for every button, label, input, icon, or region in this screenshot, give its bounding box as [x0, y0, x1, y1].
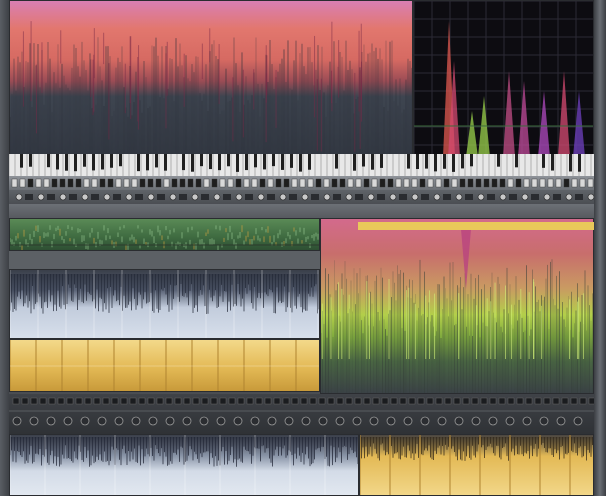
timeline-divider [9, 204, 594, 218]
blue-clip-waveform [10, 270, 319, 338]
frequency-analyzer-panel[interactable] [413, 0, 594, 156]
track-blue-bottom-clip[interactable] [9, 434, 359, 496]
track-control-strip[interactable] [9, 176, 594, 190]
knob-strip[interactable] [9, 190, 594, 204]
knob-row[interactable] [9, 190, 594, 204]
frequency-analyzer-graph [414, 1, 593, 155]
green-clip-waveform [10, 225, 319, 250]
right-scrollbar[interactable] [594, 0, 606, 496]
left-scroll-rail[interactable] [0, 0, 9, 496]
track-green-clip[interactable] [9, 218, 320, 251]
transport-bar[interactable] [9, 394, 594, 434]
top-spectrogram-waveform [10, 21, 412, 155]
track-gold-clip[interactable] [9, 339, 320, 392]
bottom-gold-waveform [360, 435, 593, 495]
spectrum-display-panel[interactable] [320, 218, 594, 394]
gold-clip-segments [10, 340, 319, 391]
top-spectrogram-panel[interactable] [9, 0, 413, 156]
piano-keyboard[interactable] [9, 154, 594, 176]
spectrum-waveform [321, 229, 593, 393]
bottom-blue-waveform [10, 435, 358, 495]
control-buttons-row[interactable] [9, 176, 594, 190]
track-gap [9, 251, 320, 269]
spectrum-range-bar[interactable] [358, 222, 594, 230]
track-gold-bottom-clip[interactable] [359, 434, 594, 496]
transport-controls[interactable] [9, 394, 594, 434]
piano-keys[interactable] [9, 154, 594, 176]
track-blue-clip[interactable] [9, 269, 320, 339]
